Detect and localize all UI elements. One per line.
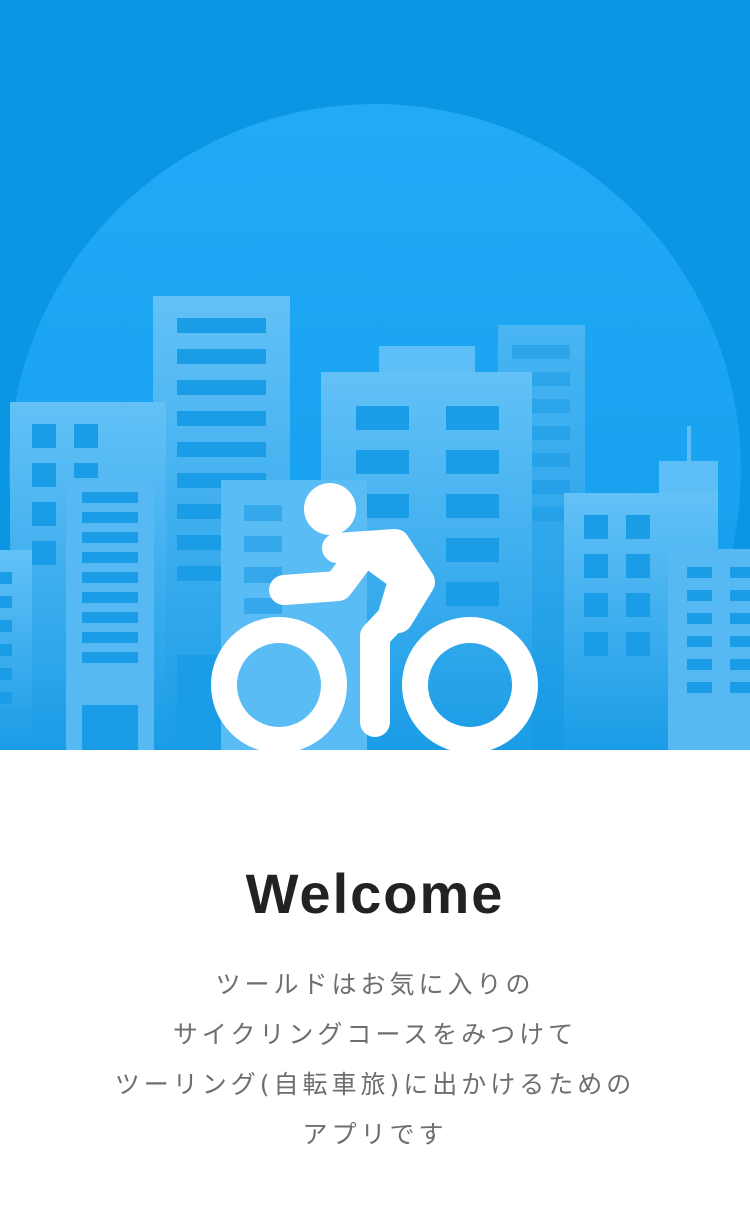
description-line-3: ツーリング(自転車旅)に出かけるための	[114, 1070, 636, 1099]
welcome-content: Welcome ツールドはお気に入りの サイクリングコースをみつけて ツーリング…	[0, 750, 750, 1224]
building-far-right	[668, 549, 750, 750]
welcome-screen: Welcome ツールドはお気に入りの サイクリングコースをみつけて ツーリング…	[0, 0, 750, 1224]
welcome-title: Welcome	[245, 862, 505, 925]
building-left-edge	[0, 550, 32, 750]
building-front-left	[66, 478, 154, 750]
description-line-2: サイクリングコースをみつけて	[172, 1020, 578, 1049]
description-line-1: ツールドはお気に入りの	[215, 970, 535, 999]
city-skyline-illustration	[0, 0, 750, 750]
description-line-4: アプリです	[302, 1120, 448, 1149]
welcome-description: ツールドはお気に入りの サイクリングコースをみつけて ツーリング(自転車旅)に出…	[0, 960, 750, 1160]
hero-illustration	[0, 0, 750, 750]
